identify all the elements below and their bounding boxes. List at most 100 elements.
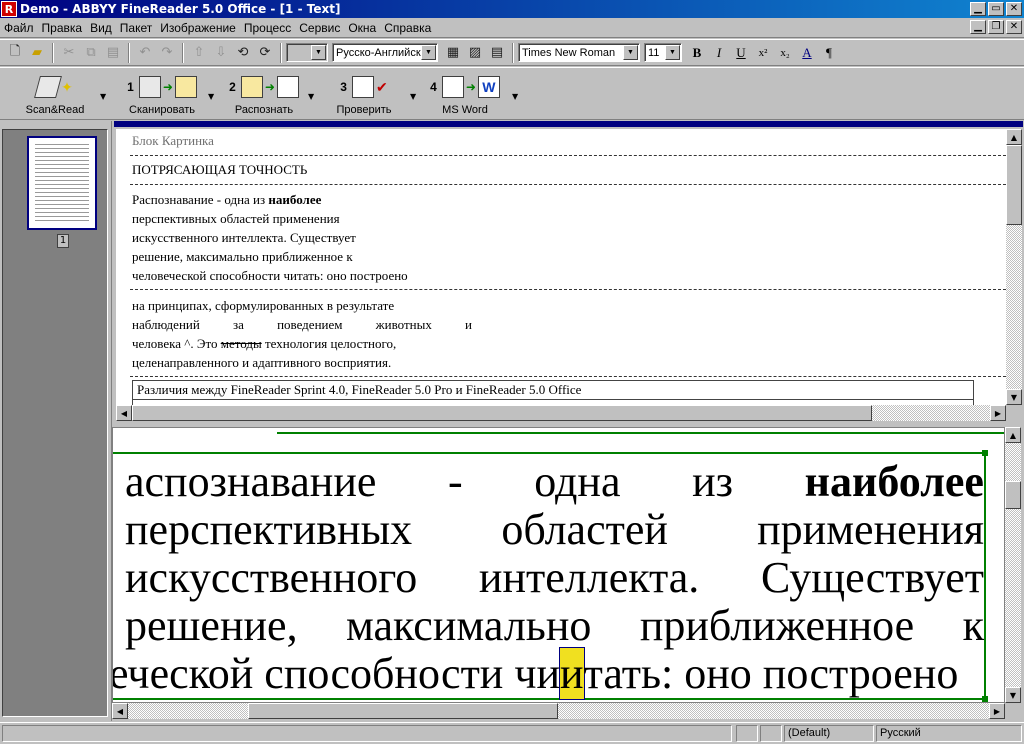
- scan-read-dropdown-icon[interactable]: ▼: [100, 92, 106, 101]
- word: за: [232, 317, 244, 332]
- zoom-image[interactable]: аспознавание - одна из наиболее перспект…: [112, 427, 1005, 703]
- check-label: Проверить: [336, 104, 392, 116]
- menu-file[interactable]: Файл: [0, 21, 38, 35]
- menu-service[interactable]: Сервис: [295, 21, 344, 35]
- minimize-button[interactable]: ▁: [970, 2, 986, 16]
- maximize-button[interactable]: ▭: [988, 2, 1004, 16]
- page-view-icon[interactable]: ▤: [486, 42, 508, 64]
- zoom-line-4: решение, максимально приближенное к: [125, 600, 984, 651]
- bold-button[interactable]: B: [686, 42, 708, 64]
- close-button[interactable]: ✕: [1006, 2, 1022, 16]
- scan-button[interactable]: 1 ➜ Сканировать: [124, 72, 200, 118]
- copy-icon[interactable]: ⧉: [80, 42, 102, 64]
- page-thumbnail[interactable]: [27, 136, 97, 230]
- menu-help[interactable]: Справка: [380, 21, 435, 35]
- zoom-horizontal-scrollbar[interactable]: ◀ ▶: [112, 703, 1005, 719]
- cut-icon[interactable]: ✂: [58, 42, 80, 64]
- app-icon[interactable]: R: [1, 1, 17, 17]
- text-run: тать: оно построено: [583, 649, 959, 698]
- menu-edit[interactable]: Правка: [38, 21, 87, 35]
- table-block[interactable]: Различия между FineReader Sprint 4.0, Fi…: [132, 380, 974, 405]
- new-icon[interactable]: 🗋: [4, 42, 26, 64]
- status-indicator-2: [760, 725, 782, 742]
- redo-icon[interactable]: ↷: [156, 42, 178, 64]
- recognize-dropdown-icon[interactable]: ▼: [308, 92, 314, 101]
- font-size-combo[interactable]: 11 ▼: [644, 43, 682, 62]
- zoom-line-5: ечеcкой способности чи и тать: оно построе…: [113, 647, 984, 700]
- rotate-left-icon[interactable]: ⟲: [232, 42, 254, 64]
- scroll-right-icon[interactable]: ▶: [990, 405, 1006, 421]
- thumbnail-panel: 1: [0, 121, 112, 721]
- scan-dropdown-icon[interactable]: ▼: [208, 92, 214, 101]
- ms-word-dropdown-icon[interactable]: ▼: [512, 92, 518, 101]
- font-size-value: 11: [648, 46, 660, 59]
- text-run: Распознавание - одна из: [132, 192, 269, 207]
- scroll-thumb[interactable]: [1005, 481, 1021, 509]
- scroll-right-icon[interactable]: ▶: [989, 703, 1005, 719]
- scan-read-button[interactable]: ✦ Scan&Read: [22, 72, 88, 118]
- doc-restore-button[interactable]: ❐: [988, 20, 1004, 34]
- doc-minimize-button[interactable]: ▁: [970, 20, 986, 34]
- recognize-icon: 2 ➜: [229, 72, 299, 102]
- open-icon[interactable]: ▰: [26, 42, 48, 64]
- language-combo[interactable]: Русско-Английский ▼: [332, 43, 438, 62]
- status-bar: (Default) Русский: [0, 722, 1024, 744]
- rotate-right-icon[interactable]: ⟳: [254, 42, 276, 64]
- page-number-label: 1: [57, 234, 69, 248]
- standard-toolbar: 🗋 ▰ ✂ ⧉ ▤ ↶ ↷ ⇧ ⇩ ⟲ ⟳ ▼ Русско-Английски…: [0, 39, 1024, 66]
- scroll-up-icon[interactable]: ▲: [1005, 427, 1021, 443]
- menu-process[interactable]: Процесс: [240, 21, 295, 35]
- text-run-bold: наиболее: [268, 192, 322, 207]
- text-view-icon[interactable]: ▦: [442, 42, 464, 64]
- zoom-combo[interactable]: ▼: [286, 43, 328, 62]
- menu-bar: Файл Правка Вид Пакет Изображение Процес…: [0, 18, 1024, 38]
- menu-windows[interactable]: Окна: [344, 21, 380, 35]
- subscript-button[interactable]: x₂: [774, 42, 796, 64]
- paste-icon[interactable]: ▤: [102, 42, 124, 64]
- scroll-left-icon[interactable]: ◀: [116, 405, 132, 421]
- word: перспективных: [125, 505, 413, 554]
- scroll-down-icon[interactable]: ▼: [1005, 687, 1021, 703]
- title-bar: R Demo - ABBYY FineReader 5.0 Office - […: [0, 0, 1024, 18]
- arrow-down-icon[interactable]: ⇩: [210, 42, 232, 64]
- chevron-down-icon: ▼: [311, 45, 326, 60]
- scroll-down-icon[interactable]: ▼: [1006, 389, 1022, 405]
- scroll-left-icon[interactable]: ◀: [112, 703, 128, 719]
- underline-button[interactable]: U: [730, 42, 752, 64]
- separator: [52, 42, 54, 63]
- scroll-thumb[interactable]: [1006, 145, 1022, 225]
- check-dropdown-icon[interactable]: ▼: [410, 92, 416, 101]
- menu-batch[interactable]: Пакет: [116, 21, 156, 35]
- scroll-thumb[interactable]: [132, 405, 872, 421]
- arrow-up-icon[interactable]: ⇧: [188, 42, 210, 64]
- scroll-up-icon[interactable]: ▲: [1006, 129, 1022, 145]
- para2-line3: человека ^. Это методы технология целост…: [132, 336, 396, 352]
- font-color-icon[interactable]: A: [796, 42, 818, 64]
- image-view-icon[interactable]: ▨: [464, 42, 486, 64]
- pilcrow-button[interactable]: ¶: [818, 42, 840, 64]
- zoom-vertical-scrollbar[interactable]: ▲ ▼: [1005, 427, 1021, 703]
- italic-button[interactable]: I: [708, 42, 730, 64]
- undo-icon[interactable]: ↶: [134, 42, 156, 64]
- font-combo[interactable]: Times New Roman ▼: [518, 43, 640, 62]
- recognize-button[interactable]: 2 ➜ Распознать: [228, 72, 300, 118]
- highlighted-char: и: [559, 647, 585, 700]
- para2-line4: целенаправленного и адаптивного восприят…: [132, 355, 392, 370]
- document-text[interactable]: Блок Картинка ПОТРЯСАЮЩАЯ ТОЧНОСТЬ Распо…: [116, 129, 1006, 405]
- doc-close-button[interactable]: ✕: [1006, 20, 1022, 34]
- scroll-thumb[interactable]: [248, 703, 558, 719]
- scan-read-label: Scan&Read: [25, 104, 85, 116]
- text-run: технология целостного,: [261, 336, 397, 351]
- scan-label: Сканировать: [129, 104, 195, 116]
- superscript-button[interactable]: x²: [752, 42, 774, 64]
- zoom-top-line: [277, 432, 1004, 434]
- block-divider: [130, 289, 1006, 290]
- text-vertical-scrollbar[interactable]: ▲ ▼: [1006, 129, 1022, 405]
- ms-word-button[interactable]: 4 ➜ W MS Word: [430, 72, 500, 118]
- check-button[interactable]: 3 ✔ Проверить: [334, 72, 394, 118]
- text-horizontal-scrollbar[interactable]: ◀ ▶: [116, 405, 1006, 421]
- menu-image[interactable]: Изображение: [156, 21, 240, 35]
- thumbnail-content: [35, 144, 89, 222]
- status-indicator-1: [736, 725, 758, 742]
- menu-view[interactable]: Вид: [86, 21, 116, 35]
